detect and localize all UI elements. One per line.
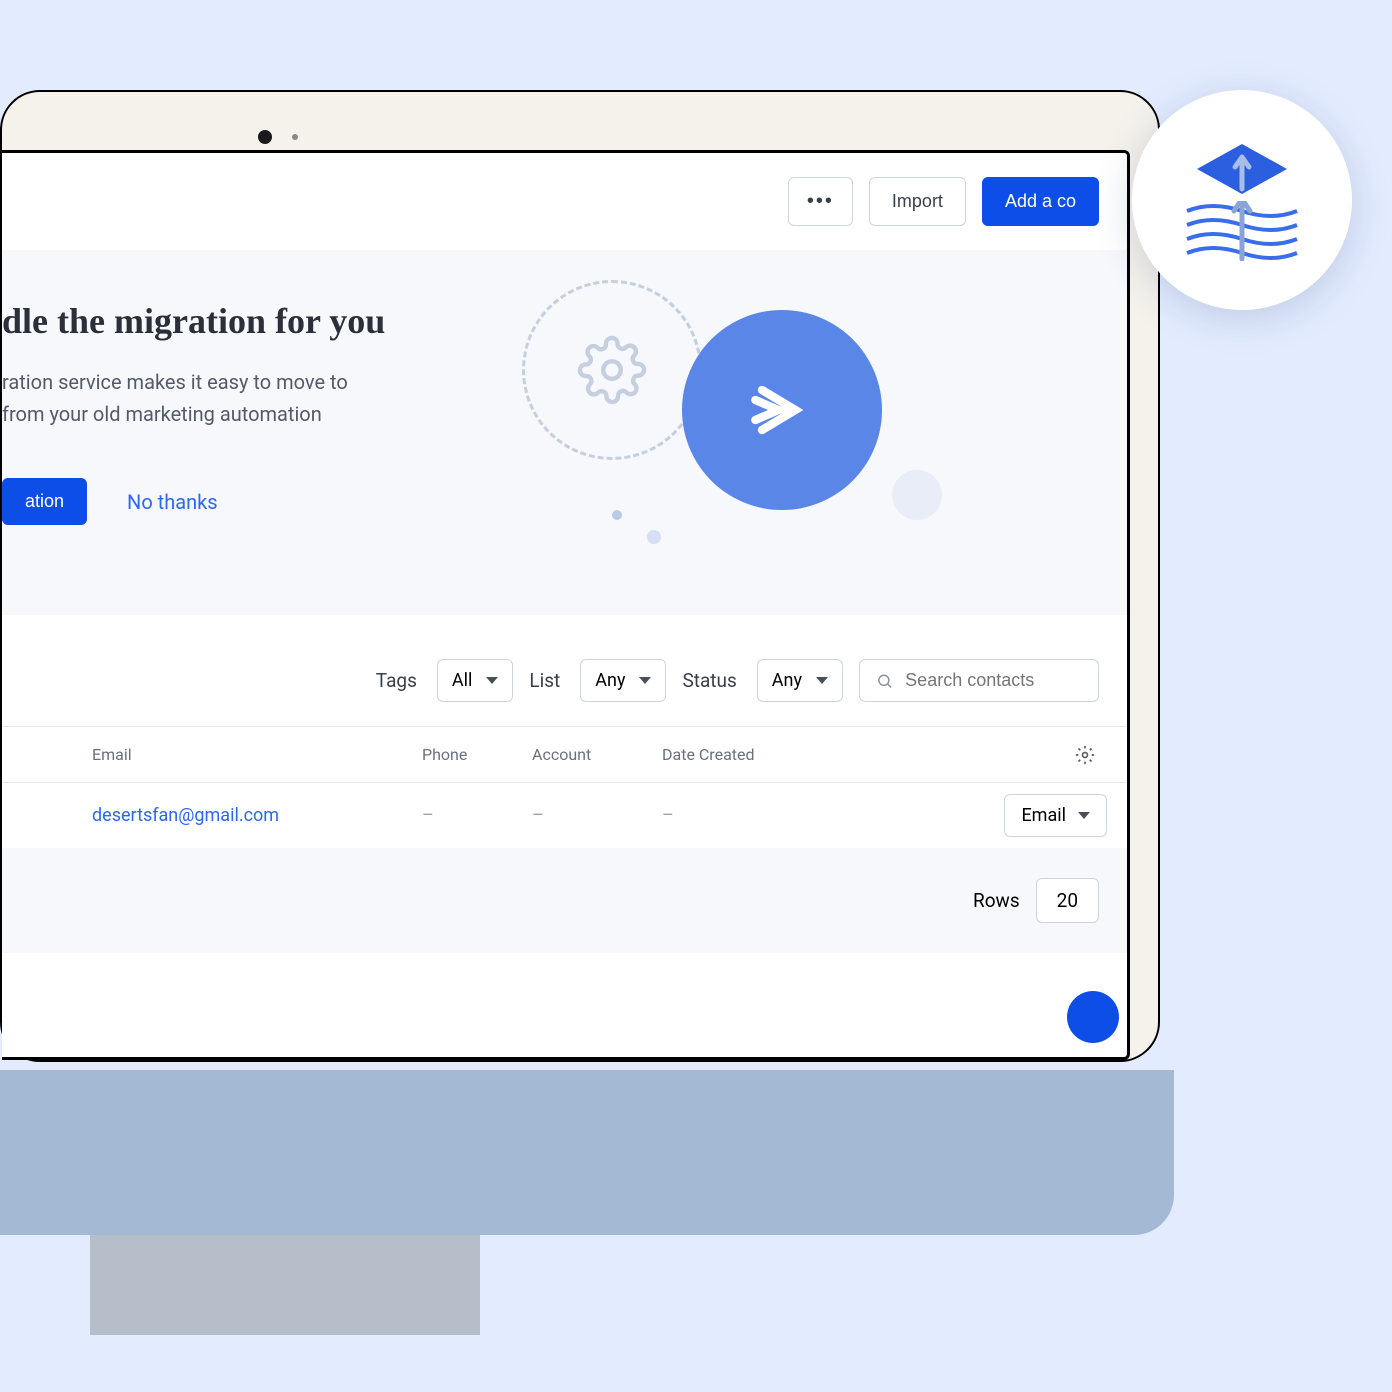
contact-phone: – (422, 805, 532, 826)
no-thanks-link[interactable]: No thanks (127, 490, 218, 514)
row-action-select[interactable]: Email (1004, 794, 1107, 837)
chevron-down-icon (1078, 812, 1090, 819)
upload-diamond-icon (1187, 139, 1297, 209)
search-icon (876, 671, 893, 691)
chevron-right-icon (742, 370, 822, 450)
contact-account: – (532, 805, 662, 826)
contact-email-link[interactable]: desertsfan@gmail.com (92, 805, 422, 826)
monitor-stand (90, 1235, 480, 1335)
add-contact-button[interactable]: Add a co (982, 177, 1099, 226)
rows-per-page-select[interactable]: 20 (1036, 878, 1099, 923)
contact-date: – (662, 805, 842, 826)
table-settings-icon[interactable] (1075, 745, 1095, 765)
filter-bar: Tags All List Any Status Any (2, 615, 1127, 726)
monitor-base (0, 1070, 1174, 1235)
brand-logo-circle (682, 310, 882, 510)
table-footer: Rows 20 (2, 848, 1127, 953)
column-date: Date Created (662, 745, 842, 764)
tags-filter-label: Tags (376, 669, 417, 692)
floating-action-button[interactable] (1067, 991, 1119, 1043)
top-toolbar: ••• Import Add a co (2, 153, 1127, 250)
start-migration-button[interactable]: ation (2, 478, 87, 525)
decoration-dot (612, 510, 622, 520)
monitor-bezel: ••• Import Add a co dle the migration fo… (0, 90, 1160, 1062)
status-filter-select[interactable]: Any (757, 659, 843, 702)
migration-hero: dle the migration for you ration service… (2, 250, 1127, 615)
decoration-dot (892, 470, 942, 520)
more-button[interactable]: ••• (788, 177, 853, 226)
chevron-down-icon (639, 677, 651, 684)
decoration-dot (647, 530, 661, 544)
list-filter-select[interactable]: Any (580, 659, 666, 702)
table-row: desertsfan@gmail.com – – – Email (2, 783, 1127, 848)
contacts-table-header: Email Phone Account Date Created (2, 726, 1127, 783)
status-filter-label: Status (682, 669, 736, 692)
camera-indicator-icon (292, 134, 298, 140)
gear-decoration (522, 280, 702, 460)
hero-description: ration service makes it easy to move to … (2, 366, 482, 430)
gear-icon (577, 335, 647, 405)
column-email: Email (92, 745, 422, 764)
rows-label: Rows (973, 889, 1020, 912)
import-button[interactable]: Import (869, 177, 966, 226)
list-filter-label: List (529, 669, 560, 692)
search-contacts-input[interactable] (859, 659, 1099, 702)
chevron-down-icon (816, 677, 828, 684)
camera-icon (258, 130, 272, 144)
integration-badge (1132, 90, 1352, 310)
column-phone: Phone (422, 745, 532, 764)
waves-icon (1182, 201, 1302, 261)
tags-filter-select[interactable]: All (437, 659, 514, 702)
chevron-down-icon (486, 677, 498, 684)
column-account: Account (532, 745, 662, 764)
app-screen: ••• Import Add a co dle the migration fo… (2, 150, 1130, 1060)
